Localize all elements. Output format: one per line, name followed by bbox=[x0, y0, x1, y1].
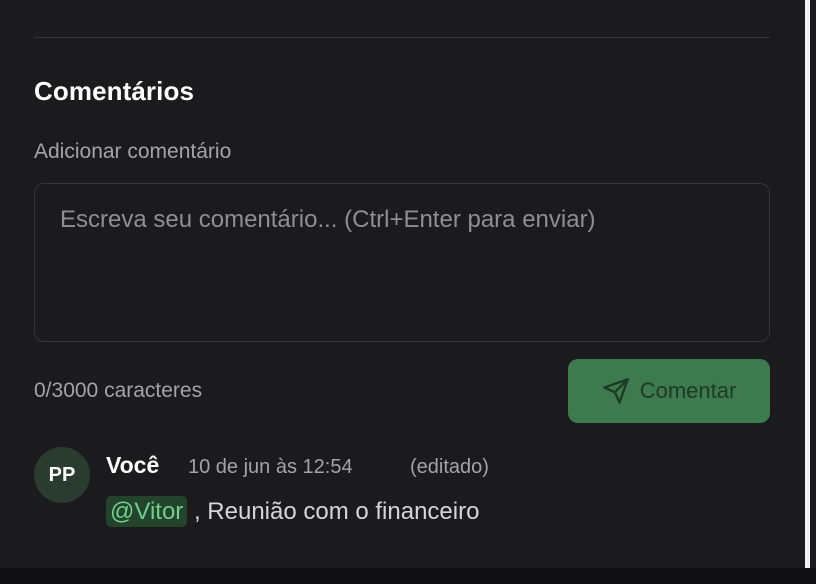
section-title: Comentários bbox=[34, 76, 195, 106]
comment-item: PP Você 10 de jun às 12:54 (editado) @Vi… bbox=[34, 447, 770, 537]
comments-panel: Comentários Adicionar comentário 0/3000 … bbox=[0, 0, 803, 568]
comment-input[interactable] bbox=[34, 183, 770, 342]
character-counter: 0/3000 caracteres bbox=[34, 379, 203, 402]
send-icon bbox=[602, 377, 630, 405]
comment-field-label: Adicionar comentário bbox=[34, 140, 232, 163]
submit-comment-button[interactable]: Comentar bbox=[568, 359, 770, 423]
section-divider bbox=[34, 37, 770, 38]
comment-author: Você bbox=[106, 452, 160, 478]
bottom-bar bbox=[0, 568, 816, 584]
comment-text: , Reunião com o financeiro bbox=[187, 498, 480, 525]
comment-body: @Vitor , Reunião com o financeiro bbox=[106, 496, 480, 527]
comment-timestamp: 10 de jun às 12:54 bbox=[188, 456, 353, 478]
avatar: PP bbox=[34, 447, 90, 503]
scrollbar-track bbox=[803, 0, 816, 568]
scrollbar-edge bbox=[805, 0, 810, 568]
comment-edited-label: (editado) bbox=[410, 456, 489, 478]
submit-comment-label: Comentar bbox=[639, 378, 737, 403]
mention-tag[interactable]: @Vitor bbox=[106, 496, 188, 527]
